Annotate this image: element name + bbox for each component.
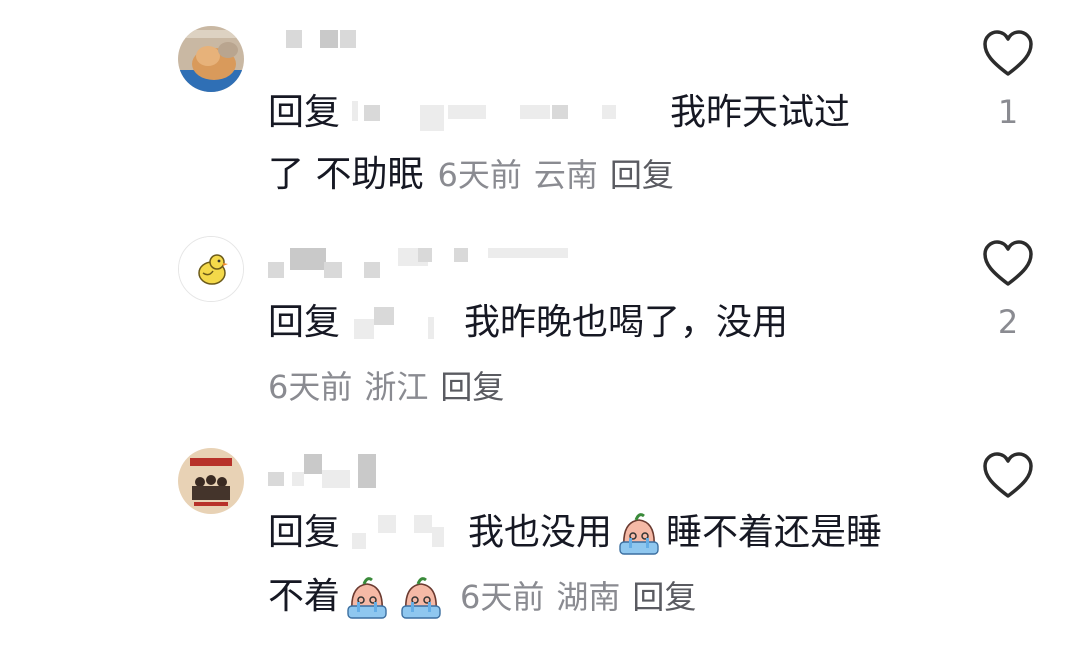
like-count: 2 <box>997 303 1019 341</box>
comment-text-line2: 不着 <box>268 576 341 617</box>
reply-prefix: 回复 <box>268 512 341 553</box>
comment-text-line1a: 我也没用 <box>468 512 613 553</box>
comment-text-line1: 我昨天试过 <box>670 92 851 133</box>
avatar[interactable] <box>178 26 244 92</box>
reply-prefix: 回复 <box>268 92 341 133</box>
mention-redacted[interactable] <box>340 95 670 131</box>
comment-body: 回复 我也没用 睡不着还是睡 不着 6天前 湖南 回复 <box>268 502 938 642</box>
comment-time: 6天前 <box>460 578 545 616</box>
comment-meta: 6天前 云南 回复 <box>437 144 685 206</box>
username-redacted[interactable] <box>268 454 588 494</box>
crying-face-emoji-icon <box>342 572 392 622</box>
comment-location: 云南 <box>533 156 598 194</box>
like-control[interactable]: 1 <box>980 30 1036 132</box>
comment-body: 回复 我昨晚也喝了，没用 6天前 浙江 回复 <box>268 292 938 422</box>
crying-face-emoji-icon <box>396 572 446 622</box>
username-redacted[interactable] <box>268 244 588 284</box>
like-count: 1 <box>997 93 1019 131</box>
reply-prefix: 回复 <box>268 302 341 343</box>
comment-time: 6天前 <box>437 156 522 194</box>
comment-text-line1b: 睡不着还是睡 <box>666 512 883 553</box>
comment-text-line1: 我昨晚也喝了，没用 <box>464 302 789 343</box>
chick-avatar-icon <box>179 237 243 301</box>
comment-meta: 6天前 湖南 回复 <box>460 566 708 628</box>
heart-icon[interactable] <box>980 452 1036 500</box>
comment-location: 浙江 <box>364 368 429 406</box>
comment-item: 回复 我昨天试过 了 不助眠 6天前 云南 回复 1 <box>0 0 1080 210</box>
avatar[interactable] <box>178 236 244 302</box>
comment-location: 湖南 <box>556 578 621 616</box>
comment-time: 6天前 <box>268 368 353 406</box>
reply-button[interactable]: 回复 <box>632 578 696 616</box>
poster-avatar-icon <box>178 448 244 514</box>
reply-button[interactable]: 回复 <box>440 356 504 418</box>
comment-thread: 回复 我昨天试过 了 不助眠 6天前 云南 回复 1 回复 我昨晚也喝了，没用 … <box>0 0 1080 648</box>
comment-item: 回复 我也没用 睡不着还是睡 不着 6天前 湖南 回复 <box>0 420 1080 648</box>
heart-icon[interactable] <box>980 30 1036 78</box>
comment-body: 回复 我昨天试过 了 不助眠 6天前 云南 回复 <box>268 82 938 212</box>
like-control[interactable] <box>980 452 1036 500</box>
heart-icon[interactable] <box>980 240 1036 288</box>
mention-redacted[interactable] <box>340 305 464 341</box>
reply-button[interactable]: 回复 <box>610 156 674 194</box>
like-control[interactable]: 2 <box>980 240 1036 342</box>
avatar[interactable] <box>178 448 244 514</box>
username-redacted[interactable] <box>268 26 588 66</box>
cat-photo-avatar-icon <box>178 26 244 92</box>
crying-face-emoji-icon <box>614 508 664 558</box>
mention-redacted[interactable] <box>340 515 468 551</box>
comment-meta: 6天前 浙江 回复 <box>268 356 516 418</box>
comment-text-line2: 了 不助眠 <box>268 154 424 195</box>
comment-item: 回复 我昨晚也喝了，没用 6天前 浙江 回复 2 <box>0 210 1080 420</box>
